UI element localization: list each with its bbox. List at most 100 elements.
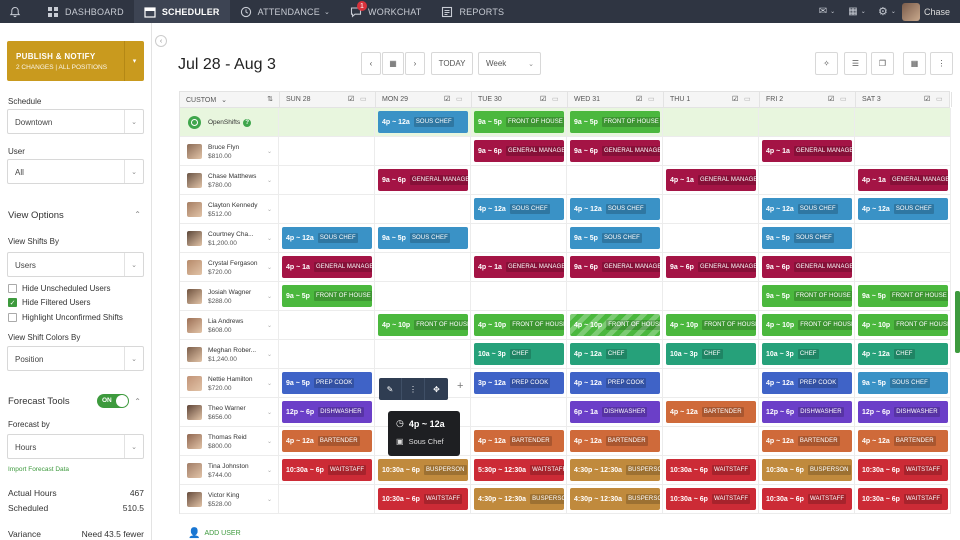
checkbox-box[interactable] bbox=[8, 284, 17, 293]
publish-dropdown[interactable]: ▾ bbox=[124, 41, 144, 81]
sort-icon[interactable]: ⇅ bbox=[267, 95, 273, 103]
shift-block[interactable]: 9a ~ 6p GENERAL MANAGER bbox=[378, 169, 468, 191]
day-cell[interactable]: 4p ~ 1a GENERAL MANAGER bbox=[855, 166, 951, 195]
shift-block[interactable]: 4p ~ 10p FRONT OF HOUSE bbox=[762, 314, 852, 336]
shift-block[interactable]: 4p ~ 1a GENERAL MANAGER bbox=[858, 169, 948, 191]
prev-week-button[interactable]: ‹ bbox=[361, 52, 381, 75]
day-cell[interactable]: 4p ~ 12a CHEF bbox=[855, 340, 951, 369]
shift-block[interactable]: 4p ~ 1a GENERAL MANAGER bbox=[666, 169, 756, 191]
shift-block[interactable]: 9a ~ 6p GENERAL MANAGER bbox=[666, 256, 756, 278]
day-cell[interactable] bbox=[663, 195, 759, 224]
chevron-down-icon[interactable]: ⌄ bbox=[267, 264, 272, 271]
user-cell[interactable]: Chase Matthews $780.00 ⌄ bbox=[179, 166, 279, 195]
day-cell[interactable] bbox=[759, 166, 855, 195]
day-cell[interactable]: 10:30a ~ 6p WAITSTAFF bbox=[855, 456, 951, 485]
user-cell[interactable]: Nettie Hamilton $720.00 ⌄ bbox=[179, 369, 279, 398]
comment-icon[interactable]: ▭ bbox=[936, 95, 943, 103]
day-cell[interactable]: 4:30p ~ 12:30aBUSPERSON bbox=[567, 456, 663, 485]
shift-block[interactable]: 4p ~ 12a SOUS CHEF bbox=[378, 111, 468, 133]
user-cell[interactable]: Victor King $528.00 ⌄ bbox=[179, 485, 279, 514]
chevron-down-icon[interactable]: ⌄ bbox=[267, 467, 272, 474]
nav-dashboard[interactable]: DASHBOARD bbox=[37, 0, 134, 23]
shift-block[interactable]: 4p ~ 12a SOUS CHEF bbox=[474, 198, 564, 220]
day-cell[interactable] bbox=[663, 282, 759, 311]
day-cell[interactable]: 4p ~ 10p FRONT OF HOUSE bbox=[759, 311, 855, 340]
highlight-unconfirmed-checkbox[interactable]: Highlight Unconfirmed Shifts bbox=[8, 313, 123, 322]
day-cell[interactable] bbox=[375, 282, 471, 311]
day-cell[interactable] bbox=[375, 340, 471, 369]
day-cell[interactable] bbox=[375, 137, 471, 166]
day-cell[interactable]: 4p ~ 12a PREP COOK bbox=[759, 369, 855, 398]
notification-bell[interactable] bbox=[0, 0, 37, 23]
comment-icon[interactable]: ▭ bbox=[456, 95, 463, 103]
chevron-down-icon[interactable]: ⌄ bbox=[267, 496, 272, 503]
shift-block[interactable]: 4p ~ 12a SOUS CHEF bbox=[282, 227, 372, 249]
user-cell[interactable]: OpenShifts? bbox=[179, 108, 279, 137]
shift-block[interactable]: 4:30p ~ 12:30aBUSPERSON bbox=[474, 488, 564, 510]
day-cell[interactable] bbox=[279, 340, 375, 369]
shift-block[interactable]: 10:30a ~ 6p WAITSTAFF bbox=[666, 459, 756, 481]
day-cell[interactable]: 9a ~ 6p GENERAL MANAGER bbox=[471, 137, 567, 166]
day-cell[interactable] bbox=[759, 108, 855, 137]
day-cell[interactable]: 4p ~ 12a SOUS CHEF bbox=[855, 195, 951, 224]
shift-block[interactable]: 10a ~ 3p CHEF bbox=[666, 343, 756, 365]
day-cell[interactable]: 9a ~ 6p GENERAL MANAGER bbox=[567, 253, 663, 282]
shift-block[interactable]: 4p ~ 10p FRONT OF HOUSE bbox=[858, 314, 948, 336]
day-cell[interactable] bbox=[279, 485, 375, 514]
shift-block[interactable]: 10a ~ 3p CHEF bbox=[762, 343, 852, 365]
day-cell[interactable]: 4p ~ 12a BARTENDER bbox=[759, 427, 855, 456]
shift-block[interactable]: 3p ~ 12a PREP COOK bbox=[474, 372, 564, 394]
day-cell[interactable]: 4p ~ 10p FRONT OF HOUSE bbox=[567, 311, 663, 340]
day-column-header[interactable]: TUE 30 ☑ ▭ bbox=[472, 92, 568, 107]
shift-block[interactable]: 9a ~ 6p GENERAL MANAGER bbox=[474, 140, 564, 162]
shift-block[interactable]: 10:30a ~ 6p BUSPERSON bbox=[762, 459, 852, 481]
day-cell[interactable] bbox=[855, 253, 951, 282]
day-cell[interactable]: 4p ~ 12a PREP COOK bbox=[567, 369, 663, 398]
day-cell[interactable] bbox=[471, 224, 567, 253]
day-cell[interactable]: 9a ~ 6p GENERAL MANAGER bbox=[759, 253, 855, 282]
select-day-checkbox-icon[interactable]: ☑ bbox=[828, 95, 834, 103]
day-cell[interactable]: 4p ~ 10p FRONT OF HOUSE bbox=[663, 311, 759, 340]
shift-block[interactable]: 4p ~ 12a BARTENDER bbox=[666, 401, 756, 423]
day-column-header[interactable]: MON 29 ☑ ▭ bbox=[376, 92, 472, 107]
comment-icon[interactable]: ▭ bbox=[840, 95, 847, 103]
shift-block[interactable]: 10:30a ~ 6p WAITSTAFF bbox=[858, 459, 948, 481]
shift-block[interactable]: 4p ~ 10p FRONT OF HOUSE bbox=[570, 314, 660, 336]
day-cell[interactable]: 10:30a ~ 6p WAITSTAFF bbox=[663, 485, 759, 514]
day-cell[interactable] bbox=[279, 137, 375, 166]
user-cell[interactable]: Josiah Wagner $288.00 ⌄ bbox=[179, 282, 279, 311]
day-cell[interactable]: 9a ~ 5p SOUS CHEF bbox=[567, 224, 663, 253]
shift-block[interactable]: 4p ~ 12a CHEF bbox=[858, 343, 948, 365]
comment-icon[interactable]: ▭ bbox=[552, 95, 559, 103]
shift-block[interactable]: 4p ~ 12a SOUS CHEF bbox=[762, 198, 852, 220]
day-cell[interactable] bbox=[855, 137, 951, 166]
checkmark-icon[interactable]: ✓ bbox=[8, 298, 17, 307]
edit-pencil-icon[interactable]: ✎ bbox=[379, 378, 402, 400]
day-cell[interactable]: 5:30p ~ 12:30a WAITSTAFF bbox=[471, 456, 567, 485]
more-vertical-icon[interactable]: ⋮ bbox=[402, 378, 425, 400]
day-cell[interactable]: 4p ~ 12a BARTENDER bbox=[567, 427, 663, 456]
day-cell[interactable]: 9a ~ 5p FRONT OF HOUSE bbox=[759, 282, 855, 311]
avatar[interactable] bbox=[901, 2, 920, 21]
shift-block[interactable]: 10a ~ 3p CHEF bbox=[474, 343, 564, 365]
day-cell[interactable]: 4p ~ 12a BARTENDER bbox=[663, 398, 759, 427]
hide-filtered-checkbox[interactable]: ✓ Hide Filtered Users bbox=[8, 298, 90, 307]
view-shifts-by-select[interactable]: Users ⌄ bbox=[7, 252, 144, 277]
day-cell[interactable]: 4p ~ 12a SOUS CHEF bbox=[471, 195, 567, 224]
nav-reports[interactable]: REPORTS bbox=[431, 0, 514, 23]
checkbox-box[interactable] bbox=[8, 313, 17, 322]
day-cell[interactable] bbox=[663, 427, 759, 456]
chevron-down-icon[interactable]: ⌄ bbox=[267, 409, 272, 416]
feedback-tab[interactable] bbox=[955, 291, 960, 353]
comment-icon[interactable]: ▭ bbox=[744, 95, 751, 103]
shift-block[interactable]: 9a ~ 5p FRONT OF HOUSE bbox=[570, 111, 660, 133]
shift-block[interactable]: 9a ~ 5p PREP COOK bbox=[282, 372, 372, 394]
day-cell[interactable]: 12p ~ 6p DISHWASHER bbox=[759, 398, 855, 427]
chevron-down-icon[interactable]: ⌄ bbox=[267, 177, 272, 184]
publish-notify-button[interactable]: PUBLISH & NOTIFY 2 CHANGES | ALL POSITIO… bbox=[7, 41, 144, 81]
shift-block[interactable]: 4p ~ 10p FRONT OF HOUSE bbox=[474, 314, 564, 336]
day-cell[interactable] bbox=[855, 224, 951, 253]
collapse-sidebar-button[interactable]: ‹ bbox=[155, 35, 167, 47]
shift-block[interactable]: 4p ~ 10p FRONT OF HOUSE bbox=[378, 314, 468, 336]
user-cell[interactable]: Theo Warner $656.00 ⌄ bbox=[179, 398, 279, 427]
